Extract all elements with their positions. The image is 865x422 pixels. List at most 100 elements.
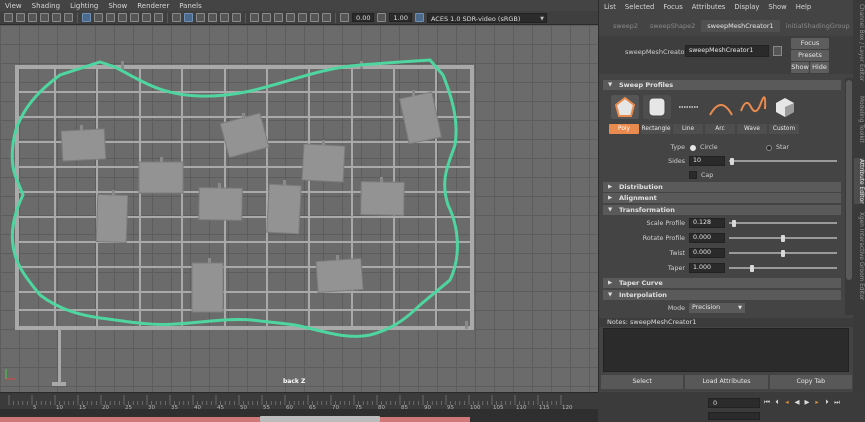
copy-tab-button[interactable]: Copy Tab xyxy=(769,375,852,389)
step-forward-icon[interactable]: ⏵ xyxy=(823,398,831,407)
ae-menu-list[interactable]: List xyxy=(604,3,621,11)
range-slider-handle[interactable] xyxy=(260,416,380,422)
ae-scrollbar-thumb[interactable] xyxy=(846,80,852,280)
tab-attribute-editor[interactable]: Attribute Editor xyxy=(854,158,864,204)
safe-action-icon[interactable] xyxy=(142,13,151,22)
arc-profile-icon[interactable] xyxy=(707,95,735,119)
time-slider[interactable]: 5 10 15 20 25 30 35 40 45 50 55 60 65 70 75 80 85 90 95 100… xyxy=(0,392,598,410)
section-sweep-profiles[interactable]: ▼ Sweep Profiles xyxy=(603,80,841,90)
wireframe-icon[interactable] xyxy=(172,13,181,22)
play-back-icon[interactable]: ◀ xyxy=(793,398,801,407)
ae-menu-selected[interactable]: Selected xyxy=(625,3,659,11)
camera-attributes-icon[interactable] xyxy=(16,13,25,22)
custom-profile-icon[interactable] xyxy=(771,95,799,119)
bookmark-icon[interactable] xyxy=(28,13,37,22)
section-distribution[interactable]: ▶ Distribution xyxy=(603,182,841,192)
field-chart-icon[interactable] xyxy=(130,13,139,22)
wave-profile-button[interactable]: Wave xyxy=(737,124,767,134)
section-taper-curve[interactable]: ▶ Taper Curve xyxy=(603,278,841,288)
step-back-icon[interactable]: ⏴ xyxy=(773,398,781,407)
custom-profile-button[interactable]: Custom xyxy=(769,124,799,134)
tab-sweep2[interactable]: sweep2 xyxy=(607,20,644,32)
play-forward-icon[interactable]: ▶ xyxy=(803,398,811,407)
load-attributes-button[interactable]: Load Attributes xyxy=(685,375,768,389)
poly-profile-button[interactable]: Poly xyxy=(609,124,639,134)
select-camera-icon[interactable] xyxy=(4,13,13,22)
anti-aliasing-icon[interactable] xyxy=(274,13,283,22)
section-transformation[interactable]: ▼ Transformation xyxy=(603,205,841,215)
select-button[interactable]: Select xyxy=(601,375,684,389)
tab-xgen-groom-editor[interactable]: Xgen Interactive Groom Editor xyxy=(854,212,864,300)
section-alignment[interactable]: ▶ Alignment xyxy=(603,193,841,203)
taper-slider[interactable] xyxy=(729,267,837,269)
color-management-icon[interactable] xyxy=(414,13,424,22)
smooth-shade-icon[interactable] xyxy=(184,13,193,22)
rectangle-profile-button[interactable]: Rectangle xyxy=(641,124,671,134)
exposure-icon[interactable] xyxy=(340,13,349,22)
type-star-radio[interactable] xyxy=(766,145,772,151)
rectangle-profile-icon[interactable] xyxy=(643,95,671,119)
focus-button[interactable]: Focus xyxy=(791,38,829,49)
line-profile-icon[interactable] xyxy=(675,95,703,119)
go-to-start-icon[interactable]: ⏮ xyxy=(763,398,771,407)
taper-field[interactable]: 1.000 xyxy=(689,263,725,273)
section-interpolation[interactable]: ▼ Interpolation xyxy=(603,290,841,300)
mode-dropdown[interactable]: Precision xyxy=(689,303,745,313)
motion-blur-icon[interactable] xyxy=(262,13,271,22)
taper-handle[interactable] xyxy=(750,265,754,272)
menu-view[interactable]: View xyxy=(0,2,27,10)
viewport-3d[interactable]: back Z xyxy=(0,25,598,392)
show-button[interactable]: Show xyxy=(791,62,809,73)
menu-renderer[interactable]: Renderer xyxy=(132,2,174,10)
ae-menu-display[interactable]: Display xyxy=(734,3,764,11)
sides-slider-handle[interactable] xyxy=(730,158,734,165)
arc-profile-button[interactable]: Arc xyxy=(705,124,735,134)
cap-checkbox[interactable] xyxy=(689,171,697,179)
poly-profile-icon[interactable] xyxy=(611,95,639,119)
color-space-dropdown[interactable]: ACES 1.0 SDR-video (sRGB) xyxy=(426,12,547,24)
film-gate-icon[interactable] xyxy=(94,13,103,22)
type-circle-radio[interactable] xyxy=(690,145,696,151)
presets-button[interactable]: Presets xyxy=(791,50,829,61)
gamma-field[interactable]: 1.00 xyxy=(389,13,412,22)
gate-mask-icon[interactable] xyxy=(118,13,127,22)
grid-icon[interactable] xyxy=(82,13,91,22)
image-plane-icon[interactable] xyxy=(40,13,49,22)
node-name-field[interactable]: sweepMeshCreator1 xyxy=(685,45,769,57)
tab-channel-box[interactable]: Channel Box / Layer Editor xyxy=(854,4,864,81)
tab-modeling-toolkit[interactable]: Modeling Toolkit xyxy=(854,90,864,148)
shadows-icon[interactable] xyxy=(232,13,241,22)
tab-initialshadinggroup[interactable]: initialShadingGroup xyxy=(780,20,854,32)
prev-key-icon[interactable]: ◂ xyxy=(783,398,791,407)
twist-handle[interactable] xyxy=(781,250,785,257)
xray-icon[interactable] xyxy=(310,13,319,22)
tab-sweepmeshcreator1[interactable]: sweepMeshCreator1 xyxy=(701,20,780,32)
grease-pencil-icon[interactable] xyxy=(64,13,73,22)
tab-sweepshape2[interactable]: sweepShape2 xyxy=(644,20,701,32)
go-to-end-icon[interactable]: ⏭ xyxy=(833,398,841,407)
safe-title-icon[interactable] xyxy=(154,13,163,22)
wave-profile-icon[interactable] xyxy=(739,95,767,119)
exposure-field[interactable]: 0.00 xyxy=(352,13,375,22)
range-end-field[interactable] xyxy=(708,412,760,420)
2d-pan-zoom-icon[interactable] xyxy=(52,13,61,22)
notes-textarea[interactable] xyxy=(603,328,849,372)
ae-menu-attributes[interactable]: Attributes xyxy=(692,3,731,11)
menu-show[interactable]: Show xyxy=(103,2,132,10)
scale-profile-field[interactable]: 0.128 xyxy=(689,218,725,228)
depth-of-field-icon[interactable] xyxy=(286,13,295,22)
twist-field[interactable]: 0.000 xyxy=(689,248,725,258)
go-to-output-icon[interactable] xyxy=(773,46,782,56)
textured-icon[interactable] xyxy=(208,13,217,22)
xray-joints-icon[interactable] xyxy=(322,13,331,22)
sides-slider[interactable] xyxy=(729,160,837,162)
scale-profile-handle[interactable] xyxy=(732,220,736,227)
line-profile-button[interactable]: Line xyxy=(673,124,703,134)
hide-button[interactable]: Hide xyxy=(810,62,829,73)
ae-menu-show[interactable]: Show xyxy=(768,3,791,11)
sides-field[interactable]: 10 xyxy=(689,156,725,166)
next-key-icon[interactable]: ▸ xyxy=(813,398,821,407)
ae-menu-focus[interactable]: Focus xyxy=(663,3,687,11)
gamma-icon[interactable] xyxy=(377,13,387,22)
ambient-occlusion-icon[interactable] xyxy=(250,13,259,22)
